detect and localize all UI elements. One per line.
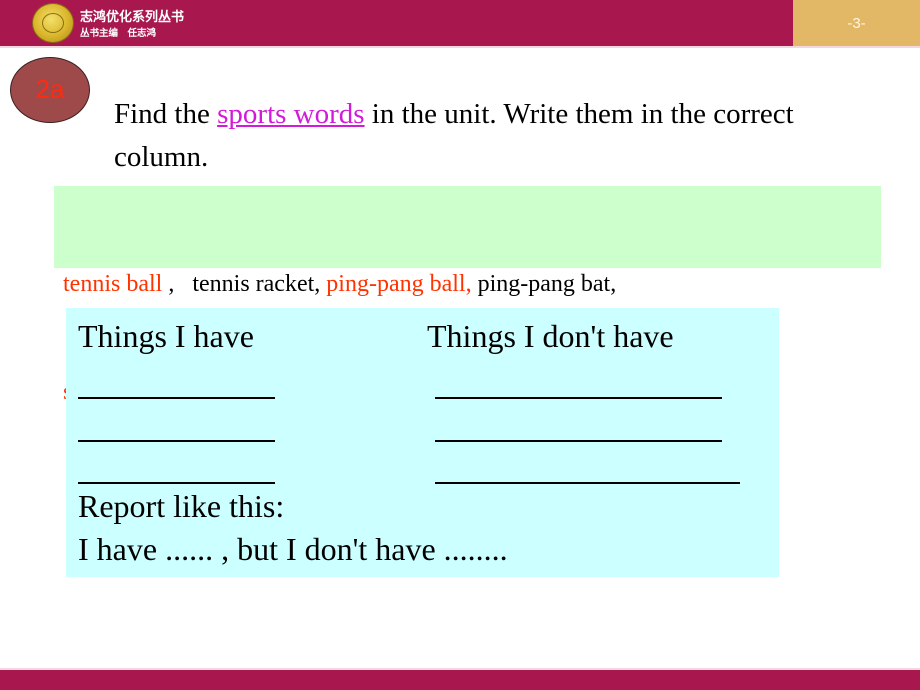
blank-dont-have-3[interactable] — [435, 482, 740, 484]
word-item: ping-pang bat, — [471, 271, 617, 297]
exercise-badge-label: 2a — [35, 73, 65, 104]
word-item: ping-pang ball, — [326, 271, 472, 297]
report-example: I have ...... , but I don't have .......… — [78, 531, 508, 567]
header-divider — [0, 46, 920, 48]
col-things-i-have: Things I have — [78, 318, 254, 354]
word-bank: tennis ball , tennis racket, ping-pang b… — [54, 186, 881, 405]
report-label: Report like this: — [78, 488, 285, 524]
blank-have-1[interactable] — [78, 397, 275, 399]
word-bank-line-1: tennis ball , tennis racket, ping-pang b… — [63, 266, 616, 302]
word-item: tennis ball — [63, 271, 163, 297]
exercise-badge: 2a — [10, 57, 90, 123]
seal-logo-inner — [42, 13, 64, 33]
series-editor: 丛书主编 任志鸿 — [80, 28, 157, 39]
seal-logo-icon — [32, 3, 74, 43]
page-number: -3- — [847, 14, 866, 32]
word-separator: , tennis racket, — [162, 271, 327, 297]
blank-have-3[interactable] — [78, 482, 275, 484]
blank-dont-have-2[interactable] — [435, 440, 722, 442]
header-bar: 志鸿优化系列丛书 丛书主编 任志鸿 — [0, 0, 793, 46]
classification-table: Things I have Things I don't have Report… — [66, 308, 779, 577]
series-title: 志鸿优化系列丛书 — [80, 10, 185, 25]
page-number-tab: -3- — [793, 0, 920, 46]
blank-dont-have-1[interactable] — [435, 397, 722, 399]
sports-words-link[interactable]: sports words — [217, 98, 364, 130]
footer-bar — [0, 670, 920, 690]
col-things-i-dont-have: Things I don't have — [427, 318, 674, 354]
blank-have-2[interactable] — [78, 440, 275, 442]
instruction-before: Find the — [114, 98, 218, 130]
instruction-text: Find the sports words in the unit. Write… — [114, 93, 794, 179]
